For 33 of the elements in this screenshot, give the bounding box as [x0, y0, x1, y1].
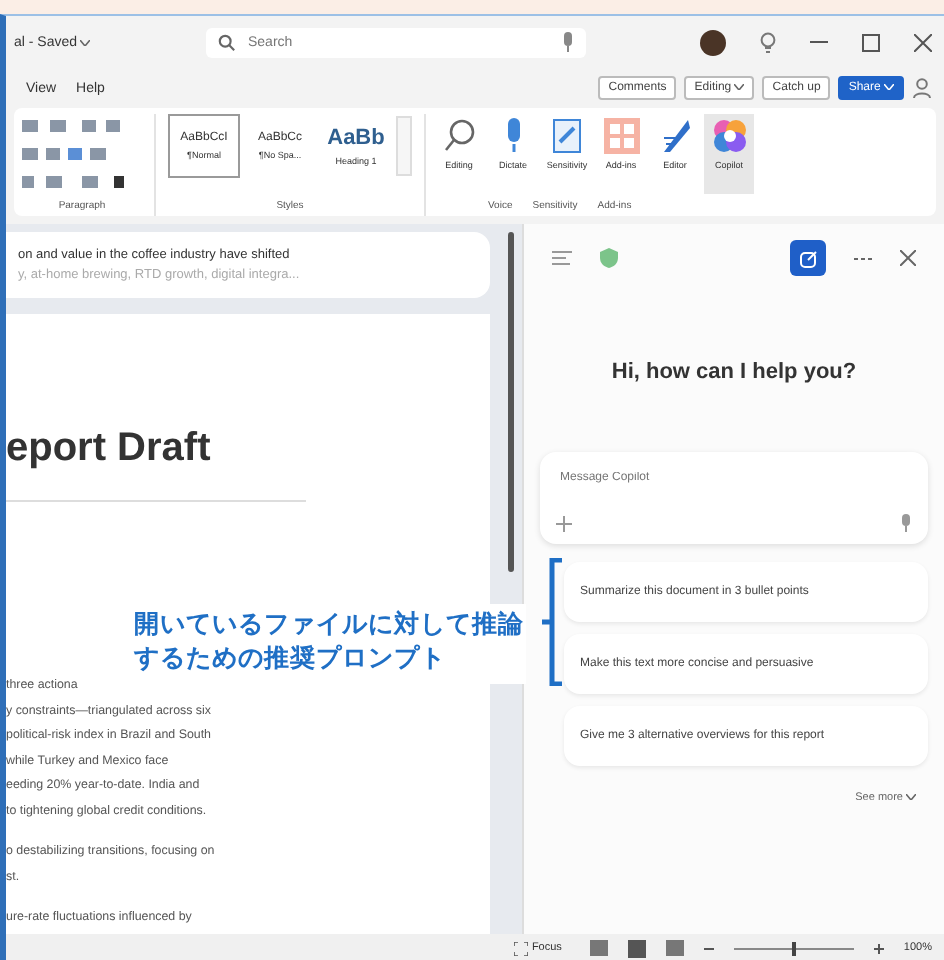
shield-icon [600, 248, 618, 268]
close-icon[interactable] [900, 250, 916, 266]
bracket-marker [540, 558, 564, 686]
slider-thumb[interactable] [791, 941, 796, 955]
avatar[interactable] [700, 29, 726, 55]
scrollbar-thumb[interactable] [507, 232, 513, 572]
microphone-icon[interactable] [562, 32, 574, 52]
copilot-logo-icon [711, 118, 747, 154]
grid-icon [603, 118, 639, 154]
caret-icon [80, 39, 91, 45]
maximize-icon[interactable] [862, 33, 880, 51]
document-tag-icon [551, 118, 583, 154]
search-icon [218, 33, 236, 51]
greeting: Hi, how can I help you? [609, 360, 859, 384]
compose-icon [799, 249, 817, 267]
add-icon[interactable] [556, 515, 572, 531]
menu-icon[interactable] [552, 250, 572, 266]
caret-icon [734, 84, 745, 90]
focus-icon [513, 941, 528, 955]
caret-icon [906, 794, 916, 800]
new-chat-button[interactable] [790, 240, 826, 276]
search-icon [443, 118, 475, 154]
pen-icon [659, 118, 691, 154]
more-icon[interactable] [854, 255, 872, 261]
close-icon[interactable] [914, 33, 932, 51]
lightbulb-icon[interactable] [760, 31, 776, 53]
document-heading: eport Draft [6, 426, 213, 472]
microphone-icon[interactable] [900, 514, 912, 532]
zoom-in-icon[interactable] [873, 943, 884, 953]
minimize-icon[interactable] [810, 40, 828, 44]
person-icon[interactable] [912, 78, 932, 98]
caret-icon [884, 84, 894, 90]
callout-text: 開いているファイルに対して推論するための推奨プロンプト [134, 604, 526, 684]
